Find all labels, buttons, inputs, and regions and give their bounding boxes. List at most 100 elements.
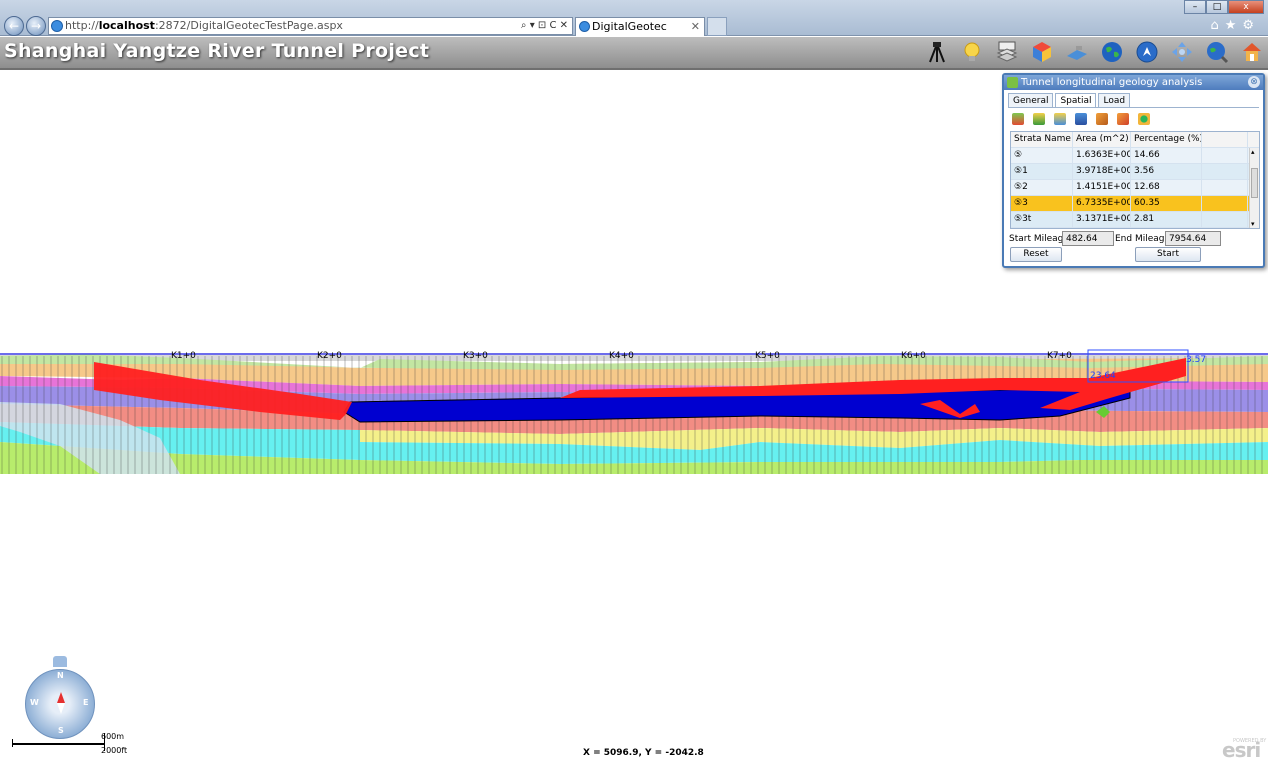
layers-chart-icon[interactable] — [1033, 113, 1045, 125]
browser-toolbar: ← → http://localhost:2872/DigitalGeotecT… — [0, 0, 1268, 36]
cell-blank — [1202, 196, 1248, 211]
globe-icon[interactable] — [1100, 40, 1124, 64]
table-row[interactable]: ⑤3t 3.1371E+003 2.81 — [1011, 212, 1259, 228]
table-row-selected[interactable]: ⑤3 6.7335E+004 60.35 — [1011, 196, 1259, 212]
scale-line — [12, 743, 105, 745]
mileage-label: K4+0 — [609, 351, 634, 361]
mileage-label: K6+0 — [901, 351, 926, 361]
compass-tab[interactable] — [53, 656, 67, 667]
tabs-divider — [1008, 107, 1259, 108]
cell-percentage: 60.35 — [1131, 196, 1202, 211]
forward-arrow-icon: → — [30, 19, 42, 33]
pencil-icon[interactable] — [1096, 113, 1108, 125]
column-header-area[interactable]: Area (m^2) — [1073, 132, 1131, 147]
scroll-up-icon[interactable]: ▴ — [1251, 148, 1255, 156]
mileage-label: K5+0 — [755, 351, 780, 361]
address-host: localhost — [98, 19, 155, 32]
panel-toolbar — [1012, 113, 1159, 125]
app-title: Shanghai Yangtze River Tunnel Project — [4, 40, 430, 62]
geology-analysis-panel: Tunnel longitudinal geology analysis ⊗ G… — [1002, 73, 1265, 268]
mileage-label: K7+0 — [1047, 351, 1072, 361]
navigate-icon[interactable] — [1135, 40, 1159, 64]
scroll-down-icon[interactable]: ▾ — [1251, 220, 1255, 228]
cell-area: 3.9718E+003 — [1073, 164, 1131, 179]
esri-logo: esri — [1222, 738, 1261, 762]
tab-close-icon[interactable]: ✕ — [691, 18, 700, 35]
maximize-button[interactable]: □ — [1206, 0, 1228, 14]
reset-button[interactable]: Reset — [1010, 247, 1062, 262]
cell-strata: ⑤3 — [1011, 196, 1073, 211]
compass-east[interactable]: E — [83, 698, 88, 707]
browser-tab[interactable]: DigitalGeotec ✕ — [575, 17, 705, 36]
annotation-right: 3.57 — [1186, 355, 1206, 365]
geology-profile[interactable]: K1+0 K2+0 K3+0 K4+0 K5+0 K6+0 K7+0 23.64 3.57 — [0, 342, 1268, 552]
ie-page-icon — [51, 20, 63, 32]
compass-south[interactable]: S — [58, 726, 64, 735]
app-header: Shanghai Yangtze River Tunnel Project — [0, 37, 1268, 70]
minimize-button[interactable]: – — [1184, 0, 1206, 14]
map-toolbar — [925, 40, 1268, 64]
cell-strata: ⑤ — [1011, 148, 1073, 163]
end-mileage-input[interactable] — [1165, 231, 1221, 246]
forward-button[interactable]: → — [26, 16, 46, 36]
close-window-button[interactable]: x — [1228, 0, 1264, 14]
close-icon[interactable]: ⊗ — [1248, 76, 1260, 88]
cell-percentage: 3.56 — [1131, 164, 1202, 179]
back-button[interactable]: ← — [4, 16, 24, 36]
dwg-layers-icon[interactable] — [995, 40, 1019, 64]
tips-bulb-icon[interactable] — [960, 40, 984, 64]
cell-blank — [1202, 164, 1248, 179]
cell-area: 1.6363E+004 — [1073, 148, 1131, 163]
survey-icon[interactable] — [925, 40, 949, 64]
start-button[interactable]: Start — [1135, 247, 1201, 262]
profile-chart-icon[interactable] — [1012, 113, 1024, 125]
table-row[interactable]: ⑤ 1.6363E+004 14.66 — [1011, 148, 1259, 164]
table-scrollbar[interactable]: ▴ ▾ — [1249, 148, 1259, 228]
tab-general[interactable]: General — [1008, 93, 1054, 108]
column-header-blank — [1202, 132, 1248, 147]
address-bar[interactable]: http://localhost:2872/DigitalGeotecTestP… — [48, 17, 573, 35]
cell-strata: ⑤3t — [1011, 212, 1073, 227]
panel-titlebar[interactable]: Tunnel longitudinal geology analysis ⊗ — [1004, 75, 1263, 90]
annotation-left: 23.64 — [1090, 371, 1116, 381]
home-icon[interactable] — [1240, 40, 1264, 64]
analysis-icon — [1007, 77, 1018, 88]
cell-percentage: 12.68 — [1131, 180, 1202, 195]
scroll-thumb[interactable] — [1251, 168, 1258, 198]
statistics-icon[interactable] — [1075, 113, 1087, 125]
scale-tick-left — [12, 739, 13, 747]
table-row[interactable]: ⑤2 1.4151E+004 12.68 — [1011, 180, 1259, 196]
eraser-icon[interactable] — [1117, 113, 1129, 125]
panel-title: Tunnel longitudinal geology analysis — [1021, 77, 1203, 88]
satellite-icon[interactable] — [1065, 40, 1089, 64]
compass-west[interactable]: W — [30, 698, 39, 707]
compass-navigator[interactable]: N S E W — [25, 656, 97, 739]
strata-table: Strata Name Area (m^2) Percentage (%) ⑤ … — [1010, 131, 1260, 229]
cell-percentage: 2.81 — [1131, 212, 1202, 227]
tab-spatial[interactable]: Spatial — [1055, 93, 1097, 108]
address-tools-icons[interactable]: ⌕ ▾ ⊡ C ✕ — [521, 18, 568, 34]
zoom-globe-icon[interactable] — [1205, 40, 1229, 64]
cube-3d-icon[interactable] — [1030, 40, 1054, 64]
cell-strata: ⑤2 — [1011, 180, 1073, 195]
pan-icon[interactable] — [1170, 40, 1194, 64]
address-prefix: http:// — [65, 19, 99, 32]
cursor-coordinates: X = 5096.9, Y = -2042.8 — [583, 748, 704, 758]
back-arrow-icon: ← — [8, 19, 20, 33]
cross-section-icon[interactable] — [1054, 113, 1066, 125]
tab-load[interactable]: Load — [1098, 93, 1131, 108]
column-header-strata[interactable]: Strata Name — [1011, 132, 1073, 147]
mileage-label: K1+0 — [171, 351, 196, 361]
column-header-percentage[interactable]: Percentage (%) — [1131, 132, 1202, 147]
tab-ie-icon — [579, 21, 590, 32]
tab-title: DigitalGeotec — [592, 20, 667, 33]
compass-north[interactable]: N — [57, 671, 64, 680]
table-row[interactable]: ⑤1 3.9718E+003 3.56 — [1011, 164, 1259, 180]
home-favorites-tools-icons[interactable]: ⌂★⚙ — [1210, 18, 1260, 33]
scale-metric-label: 600m — [101, 732, 125, 741]
new-tab-button[interactable] — [707, 17, 727, 36]
start-mileage-input[interactable] — [1062, 231, 1114, 246]
panel-tabs: General Spatial Load — [1008, 93, 1132, 108]
mileage-label: K3+0 — [463, 351, 488, 361]
ring-icon[interactable] — [1138, 113, 1150, 125]
